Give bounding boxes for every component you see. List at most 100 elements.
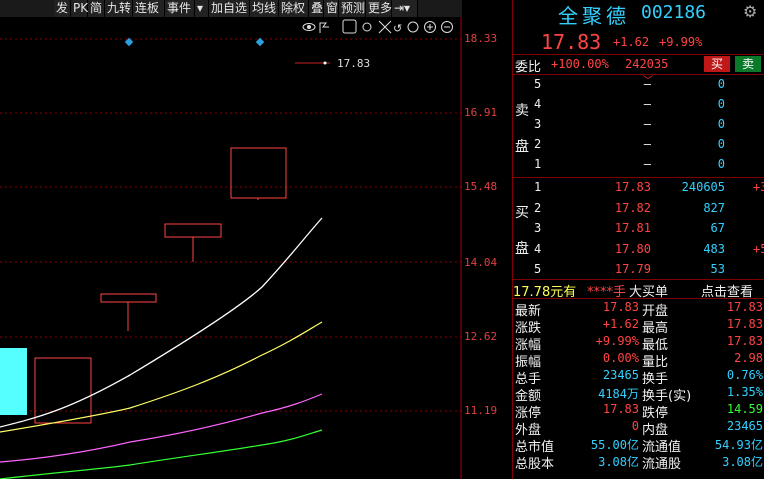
sell-side-label: 卖 [515, 103, 529, 119]
ma30-line [0, 429, 323, 479]
stat-value: +1.62 [602, 317, 639, 331]
order-level: 5 [534, 262, 542, 276]
order-volume: 0 [717, 97, 725, 111]
stat-value: 54.93亿 [714, 438, 763, 452]
weibi-label: 委比 [515, 60, 542, 75]
price-change: +1.62 [613, 35, 650, 49]
order-volume: 240605 [681, 180, 725, 194]
order-price: 17.80 [614, 241, 651, 256]
order-price: – [643, 157, 651, 171]
y-tick-label: 16.91 [464, 106, 498, 119]
stat-label: 总股本 [515, 457, 555, 472]
candle [230, 147, 287, 199]
toolbar-item[interactable]: 预测 [339, 0, 366, 17]
ma10-line [0, 321, 323, 433]
sell-button[interactable]: 卖 [735, 56, 761, 72]
y-tick-label: 11.19 [464, 404, 498, 417]
ma5-line [0, 217, 323, 428]
clock-icon [407, 21, 419, 33]
order-level: 4 [534, 241, 542, 256]
toolbar-item[interactable]: 叠 [309, 0, 324, 17]
stat-value: 14.59 [726, 402, 763, 416]
buy-button[interactable]: 买 [704, 56, 730, 72]
stat-label: 流通股 [642, 457, 682, 472]
kline-chart[interactable]: 17.83 ↺ [0, 17, 462, 479]
stat-value: 0.00% [602, 351, 639, 365]
toolbar-item[interactable]: 事件 [165, 0, 195, 17]
gear-icon[interactable]: ⚙ [743, 2, 757, 21]
stat-value: 17.83 [726, 300, 763, 314]
app-icon [342, 19, 357, 34]
order-extra: +5 [753, 241, 764, 256]
stock-code: 002186 [641, 2, 707, 23]
order-level: 3 [534, 117, 542, 131]
price-marker: 17.83 [337, 57, 370, 70]
stat-value: 4184万 [598, 387, 639, 401]
order-price: 17.82 [614, 200, 651, 215]
dropdown-icon[interactable]: ▾ [195, 0, 209, 17]
scissors-icon [378, 20, 392, 34]
order-volume: 0 [717, 137, 725, 151]
y-tick-label: 14.04 [464, 256, 498, 269]
order-volume: 827 [703, 200, 725, 215]
stat-value: 23465 [726, 419, 763, 433]
current-price: 17.83 [541, 30, 602, 54]
toolbar-item[interactable]: 窗 [324, 0, 339, 17]
toolbar-item[interactable]: PK [71, 0, 88, 17]
quote-panel: 全聚德 002186 ⚙ 17.83 +1.62 +9.99% 委比 +100.… [512, 0, 764, 479]
order-price: 17.81 [614, 221, 651, 235]
ma20-line [0, 393, 323, 463]
order-level: 1 [534, 157, 542, 171]
undo-icon[interactable]: ↺ [393, 22, 402, 35]
y-tick-label: 18.33 [464, 32, 498, 45]
toolbar-item[interactable]: 连板 [133, 0, 165, 17]
candle [0, 348, 27, 415]
weibi-diff: 242035 [625, 57, 669, 71]
order-price: – [643, 117, 651, 131]
stat-value: 17.83 [726, 317, 763, 331]
stat-value: 3.08亿 [722, 455, 763, 469]
order-level: 3 [534, 221, 542, 235]
order-volume: 67 [710, 221, 725, 235]
toolbar-item[interactable]: 均线 [250, 0, 279, 17]
draw-tool-icon [319, 22, 329, 33]
order-level: 1 [534, 180, 542, 194]
candle [34, 357, 92, 424]
y-tick-label: 12.62 [464, 330, 498, 343]
toolbar-item[interactable]: 九转 [105, 0, 133, 17]
toolbar-item[interactable]: 加自选 [209, 0, 250, 17]
weibi-pct: +100.00% [551, 57, 609, 71]
stat-value: 0.76% [726, 368, 763, 382]
price-change-pct: +9.99% [659, 35, 703, 49]
buy-side-label: 买 [515, 205, 529, 221]
order-price: 17.79 [614, 262, 651, 276]
order-volume: 483 [703, 241, 725, 256]
expand-icon[interactable]: ⇥▾ [392, 0, 418, 17]
order-price: – [643, 77, 651, 91]
stat-value: 3.08亿 [598, 455, 639, 469]
order-price: 17.83 [614, 180, 651, 194]
stock-name: 全聚德 [558, 4, 630, 28]
toolbar-item[interactable]: 除权 [279, 0, 309, 17]
order-volume: 53 [710, 262, 725, 276]
stat-value: 0 [631, 419, 639, 433]
settings-icon [362, 22, 372, 32]
sell-side-label: 盘 [515, 139, 529, 155]
toolbar-item[interactable]: 更多 [366, 0, 392, 17]
stat-value: 17.83 [602, 300, 639, 314]
order-extra: +3 [753, 180, 764, 194]
order-price: – [643, 137, 651, 151]
toolbar-item[interactable]: 发 [54, 0, 71, 17]
order-level: 2 [534, 137, 542, 151]
candle [164, 223, 222, 238]
stat-value: 55.00亿 [590, 438, 639, 452]
stat-value: +9.99% [595, 334, 639, 348]
order-level: 5 [534, 77, 542, 91]
stat-value: 2.98 [734, 351, 763, 365]
order-volume: 0 [717, 117, 725, 131]
y-tick-label: 15.48 [464, 180, 498, 193]
order-level: 4 [534, 97, 542, 111]
stat-value: 17.83 [602, 402, 639, 416]
toolbar-item[interactable]: 简 [88, 0, 105, 17]
stat-value: 1.35% [726, 385, 763, 399]
